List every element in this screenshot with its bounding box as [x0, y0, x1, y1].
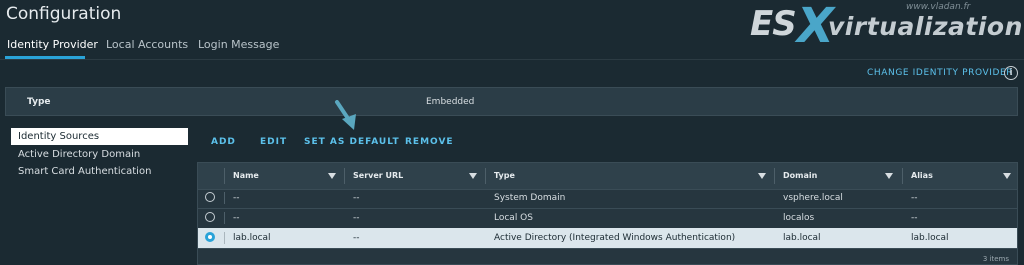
- cell-alias: --: [911, 213, 918, 223]
- row-separator: [224, 192, 225, 204]
- column-separator: [902, 168, 903, 184]
- cell-domain: localos: [783, 213, 815, 223]
- radio-icon[interactable]: [205, 212, 215, 222]
- logo-virtualization: virtualization: [828, 12, 1023, 41]
- filter-icon[interactable]: [469, 173, 477, 179]
- add-button[interactable]: ADD: [211, 137, 236, 147]
- cell-domain: vsphere.local: [783, 193, 843, 203]
- column-separator: [774, 168, 775, 184]
- type-label: Type: [27, 97, 51, 107]
- arrow-annotation-icon: [335, 100, 356, 130]
- row-separator: [224, 232, 225, 244]
- edit-button[interactable]: EDIT: [260, 137, 287, 147]
- tab-identity-provider[interactable]: Identity Provider: [7, 38, 98, 51]
- type-value: Embedded: [426, 97, 475, 107]
- cell-type: Active Directory (Integrated Windows Aut…: [494, 233, 736, 243]
- cell-alias: --: [911, 193, 918, 203]
- change-identity-provider-link[interactable]: CHANGE IDENTITY PROVIDER: [867, 68, 1013, 78]
- column-separator: [344, 168, 345, 184]
- radio-icon[interactable]: [205, 192, 215, 202]
- sidebar-item-smart-card-authentication[interactable]: Smart Card Authentication: [11, 163, 188, 180]
- cell-name: --: [233, 213, 240, 223]
- filter-icon[interactable]: [328, 173, 336, 179]
- item-count: 3 items: [982, 255, 1009, 263]
- cell-server-url: --: [353, 193, 360, 203]
- cell-server-url: --: [353, 213, 360, 223]
- tab-local-accounts[interactable]: Local Accounts: [106, 38, 188, 51]
- type-bar: Type Embedded: [5, 87, 1018, 116]
- filter-icon[interactable]: [885, 173, 893, 179]
- row-separator: [224, 212, 225, 224]
- column-separator: [485, 168, 486, 184]
- column-header-alias[interactable]: Alias: [911, 163, 933, 189]
- column-separator: [224, 168, 225, 184]
- cell-domain: lab.local: [783, 233, 821, 243]
- grid-header: Name Server URL Type Domain Alias: [198, 163, 1017, 190]
- column-header-name[interactable]: Name: [233, 163, 259, 189]
- logo-site: www.vladan.fr: [906, 2, 971, 12]
- sidebar-item-active-directory-domain[interactable]: Active Directory Domain: [11, 146, 188, 163]
- set-as-default-button[interactable]: SET AS DEFAULT: [304, 137, 400, 147]
- table-row[interactable]: -- -- System Domain vsphere.local --: [198, 188, 1017, 209]
- identity-sources-grid: Name Server URL Type Domain Alias -- -- …: [197, 162, 1018, 265]
- cell-type: System Domain: [494, 193, 566, 203]
- radio-icon[interactable]: [205, 232, 215, 242]
- filter-icon[interactable]: [1003, 173, 1011, 179]
- column-header-domain[interactable]: Domain: [783, 163, 817, 189]
- cell-type: Local OS: [494, 213, 533, 223]
- filter-icon[interactable]: [758, 173, 766, 179]
- tab-divider: [0, 59, 1024, 60]
- page-title: Configuration: [6, 4, 122, 24]
- table-row[interactable]: -- -- Local OS localos --: [198, 208, 1017, 229]
- watermark-logo: ES X virtualization www.vladan.fr: [742, 0, 1024, 54]
- cell-name: --: [233, 193, 240, 203]
- column-header-type[interactable]: Type: [494, 163, 515, 189]
- cell-alias: lab.local: [911, 233, 949, 243]
- column-header-server-url[interactable]: Server URL: [353, 163, 403, 189]
- cell-name: lab.local: [233, 233, 271, 243]
- sidebar-item-identity-sources[interactable]: Identity Sources: [11, 128, 188, 145]
- cell-server-url: --: [353, 233, 360, 243]
- tab-login-message[interactable]: Login Message: [198, 38, 279, 51]
- table-row[interactable]: lab.local -- Active Directory (Integrate…: [198, 228, 1017, 249]
- info-icon[interactable]: i: [1004, 66, 1018, 80]
- logo-es: ES: [750, 4, 797, 44]
- remove-button[interactable]: REMOVE: [405, 137, 454, 147]
